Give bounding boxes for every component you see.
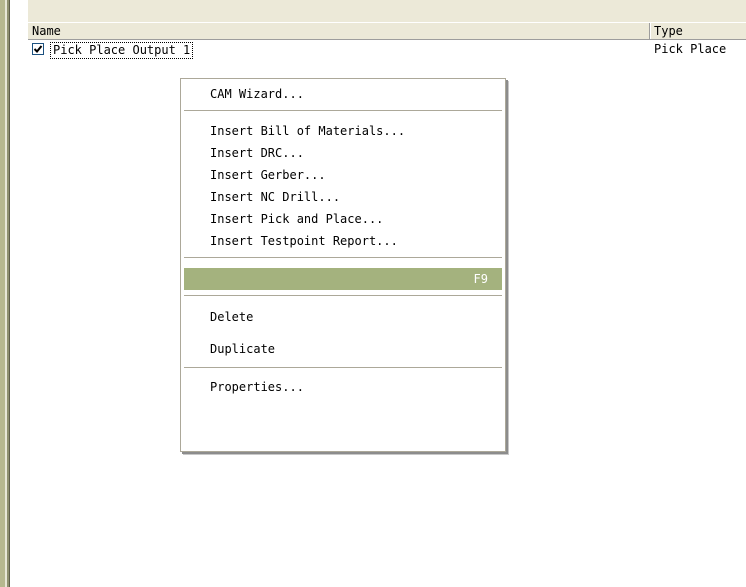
menu-item-insert-bom[interactable]: Insert Bill of Materials... — [184, 120, 502, 142]
menu-item-insert-pick-place[interactable]: Insert Pick and Place... — [184, 208, 502, 230]
column-header-name[interactable]: Name — [28, 23, 650, 39]
top-strip — [28, 0, 746, 23]
row-name[interactable]: Pick Place Output 1 — [50, 42, 194, 59]
window-frame-left — [0, 0, 12, 587]
list-item[interactable]: Pick Place Output 1 Pick Place — [28, 41, 746, 59]
checkbox[interactable] — [32, 43, 44, 55]
menu-item-generate-cam[interactable]: Generate CAM Files F9 — [184, 268, 502, 308]
menu-separator — [184, 110, 502, 113]
menu-item-duplicate[interactable]: Duplicate — [184, 338, 502, 360]
menu-separator — [184, 257, 502, 260]
menu-item-insert-nc-drill[interactable]: Insert NC Drill... — [184, 186, 502, 208]
list-header: Name Type — [28, 22, 746, 40]
menu-item-delete[interactable]: Delete — [184, 306, 502, 328]
column-header-type[interactable]: Type — [650, 23, 746, 39]
menu-separator — [184, 295, 502, 298]
menu-item-shortcut: F9 — [473, 272, 488, 286]
menu-item-insert-drc[interactable]: Insert DRC... — [184, 142, 502, 164]
context-menu: CAM Wizard... Insert Bill of Materials..… — [180, 78, 506, 452]
menu-item-properties[interactable]: Properties... — [184, 376, 502, 398]
checkmark-icon — [33, 45, 43, 53]
menu-item-cam-wizard[interactable]: CAM Wizard... — [184, 83, 502, 105]
menu-separator — [184, 367, 502, 370]
menu-item-insert-gerber[interactable]: Insert Gerber... — [184, 164, 502, 186]
row-type: Pick Place — [654, 42, 727, 56]
menu-item-insert-testpoint[interactable]: Insert Testpoint Report... — [184, 230, 502, 252]
